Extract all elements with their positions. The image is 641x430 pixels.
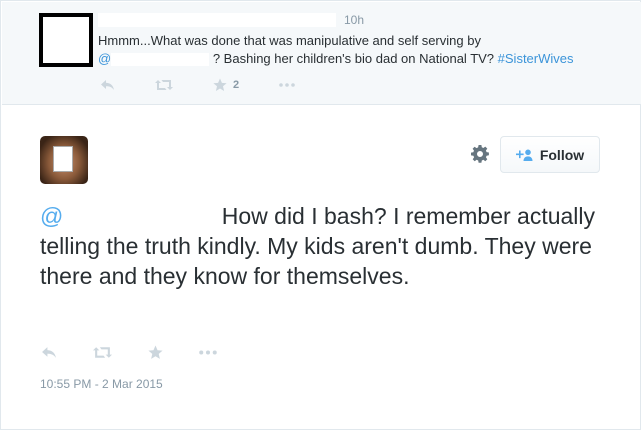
parent-tweet[interactable]: 10h Hmmm...What was done that was manipu… — [2, 2, 641, 105]
tweet-permalink-frame: 10h Hmmm...What was done that was manipu… — [0, 0, 641, 430]
redacted-face — [53, 146, 73, 172]
reply-button[interactable] — [41, 346, 57, 359]
retweet-icon — [155, 80, 173, 90]
parent-favorite-button[interactable]: 2 — [213, 78, 239, 92]
reply-icon — [42, 347, 56, 358]
star-icon — [148, 345, 163, 359]
main-actions — [41, 345, 253, 360]
parent-text-before: Hmmm...What was done that was manipulati… — [98, 33, 481, 48]
redacted-name — [98, 13, 336, 27]
redacted-mention — [63, 206, 216, 229]
more-button[interactable] — [199, 350, 217, 355]
parent-retweet-button[interactable] — [155, 79, 173, 91]
parent-more-button[interactable] — [279, 83, 295, 87]
favorite-button[interactable] — [148, 345, 163, 360]
more-icon — [279, 83, 295, 87]
gear-icon[interactable] — [470, 144, 490, 164]
parent-text-after: ? Bashing her children's bio dad on Nati… — [212, 51, 495, 66]
parent-tweet-text: Hmmm...What was done that was manipulati… — [98, 32, 628, 68]
reply-icon — [101, 80, 114, 90]
parent-tweet-time[interactable]: 10h — [344, 13, 364, 27]
redacted-mention — [111, 53, 210, 67]
parent-mention[interactable]: @ — [98, 51, 111, 66]
main-mention[interactable]: @ — [40, 203, 63, 229]
parent-avatar[interactable] — [39, 13, 93, 67]
retweet-button[interactable] — [93, 346, 112, 359]
follow-button[interactable]: Follow — [500, 136, 600, 173]
parent-reply-button[interactable] — [100, 79, 115, 91]
follow-label: Follow — [539, 146, 585, 163]
parent-actions: 2 — [100, 78, 335, 92]
follow-person-icon — [515, 149, 534, 161]
hashtag-link[interactable]: #SisterWives — [498, 51, 574, 66]
star-icon — [213, 78, 227, 91]
retweet-icon — [93, 347, 112, 358]
main-tweet-text: @ How did I bash? I remember actually te… — [40, 201, 610, 291]
tweet-timestamp[interactable]: 10:55 PM - 2 Mar 2015 — [40, 377, 163, 391]
author-avatar[interactable] — [40, 136, 88, 184]
favorite-count: 2 — [233, 79, 240, 91]
more-icon — [199, 350, 217, 355]
